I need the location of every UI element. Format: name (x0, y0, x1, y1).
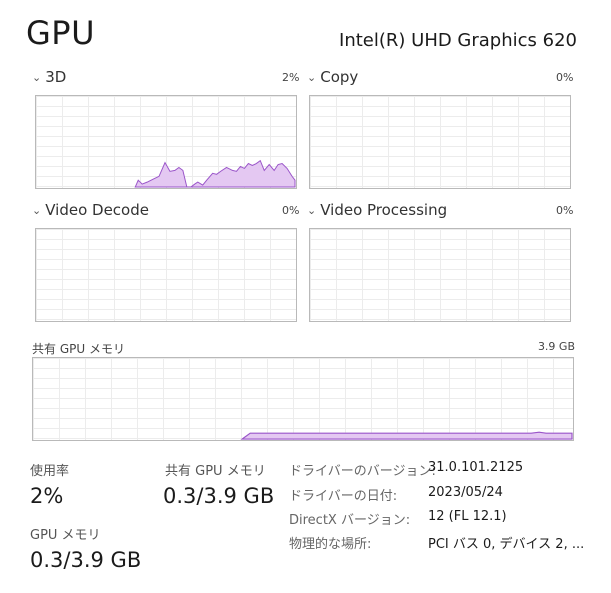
shared-memory-label: 共有 GPU メモリ (165, 464, 266, 479)
shared-memory-max: 3.9 GB (537, 340, 575, 353)
driver-version-value: 31.0.101.2125 (428, 460, 524, 475)
chevron-down-icon[interactable]: ⌄ (307, 204, 316, 217)
chevron-down-icon[interactable]: ⌄ (32, 204, 41, 217)
driver-date-label: ドライバーの日付: (289, 489, 398, 504)
utilization-label: 使用率 (30, 464, 70, 479)
engine-3d-label: 3D (45, 68, 67, 86)
shared-memory-value: 0.3/3.9 GB (163, 484, 275, 508)
engine-video-decode-label: Video Decode (45, 201, 149, 219)
engine-3d-graph (35, 95, 297, 189)
chevron-down-icon[interactable]: ⌄ (307, 71, 316, 84)
device-name: Intel(R) UHD Graphics 620 (339, 30, 577, 51)
chevron-down-icon[interactable]: ⌄ (32, 71, 41, 84)
gpu-memory-label: GPU メモリ (30, 528, 101, 543)
engine-video-processing-header[interactable]: ⌄ Video Processing (307, 201, 447, 219)
driver-version-label: ドライバーのバージョン: (289, 464, 436, 479)
engine-copy-label: Copy (320, 68, 359, 86)
engine-3d-header[interactable]: ⌄ 3D (32, 68, 66, 86)
directx-version-label: DirectX バージョン: (289, 513, 411, 528)
engine-video-decode-graph (35, 228, 297, 322)
gpu-memory-value: 0.3/3.9 GB (30, 548, 142, 572)
engine-copy-header[interactable]: ⌄ Copy (307, 68, 358, 86)
shared-memory-graph (32, 357, 574, 441)
engine-3d-percent: 2% (282, 71, 300, 84)
engine-video-processing-graph (309, 228, 571, 322)
engine-copy-percent: 0% (556, 71, 574, 84)
utilization-value: 2% (30, 484, 64, 508)
shared-memory-graph-label: 共有 GPU メモリ (32, 342, 125, 356)
directx-version-value: 12 (FL 12.1) (428, 509, 507, 524)
physical-location-value: PCI バス 0, デバイス 2, ... (428, 537, 585, 552)
engine-video-processing-label: Video Processing (320, 201, 448, 219)
shared-memory-usage-line (240, 431, 573, 440)
driver-date-value: 2023/05/24 (428, 485, 503, 500)
physical-location-label: 物理的な場所: (289, 537, 372, 552)
engine-video-processing-percent: 0% (556, 204, 574, 217)
engine-copy-graph (309, 95, 571, 189)
page-title: GPU (26, 14, 96, 52)
engine-3d-usage-line (134, 159, 296, 188)
engine-video-decode-header[interactable]: ⌄ Video Decode (32, 201, 149, 219)
engine-video-decode-percent: 0% (282, 204, 300, 217)
